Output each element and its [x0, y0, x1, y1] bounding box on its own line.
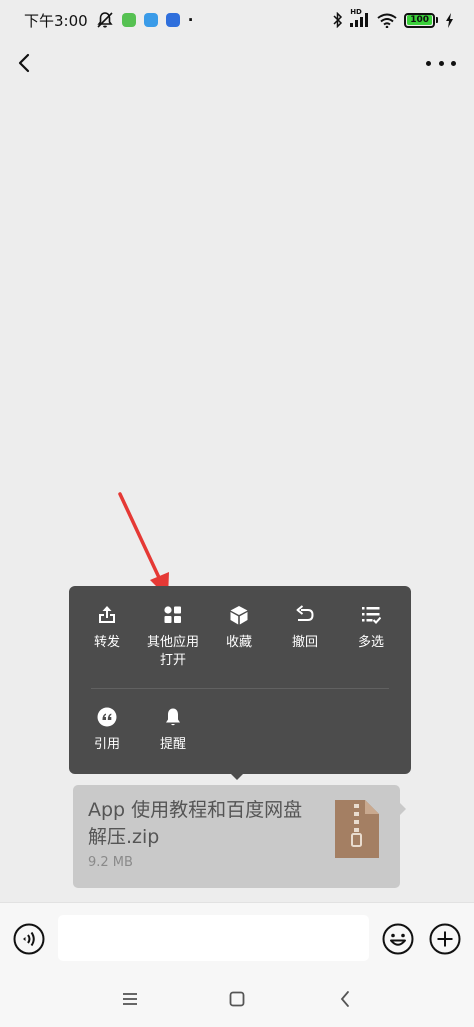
back-button[interactable]: [12, 48, 38, 78]
wifi-icon: [377, 13, 397, 28]
menu-item-label: 转发: [93, 635, 120, 650]
undo-icon: [294, 604, 316, 626]
status-right: HD 100: [333, 8, 454, 28]
voice-icon: [13, 923, 45, 955]
grid-apps-icon: [162, 604, 184, 626]
battery-level: 100: [407, 15, 432, 25]
zip-file-icon: [335, 800, 379, 858]
signal-group: HD: [350, 8, 370, 27]
menu-item-multi-select[interactable]: 多选: [338, 604, 404, 670]
status-left: 下午3:00 ·: [24, 10, 193, 31]
share-upload-icon: [96, 604, 118, 626]
hd-label: HD: [350, 8, 362, 16]
menu-item-remind[interactable]: 提醒: [140, 706, 206, 754]
multi-select-icon: [360, 604, 382, 626]
file-name: App 使用教程和百度网盘解压.zip: [88, 799, 303, 848]
emoji-icon: [382, 923, 414, 955]
menu-item-label-line2: 打开: [159, 653, 186, 668]
menu-lines-icon[interactable]: [120, 990, 140, 1008]
battery-icon: 100: [404, 12, 435, 28]
menu-item-recall[interactable]: 撤回: [272, 604, 338, 670]
message-context-menu: 转发 其他应用 打开 收藏 撤回 多选 引用 提醒: [69, 586, 411, 774]
chat-nav-bar: [0, 40, 474, 86]
more-functions-button[interactable]: [429, 923, 461, 955]
more-dots-icon: [426, 60, 431, 66]
menu-item-label-line1: 其他应用: [146, 635, 199, 650]
emoji-button[interactable]: [382, 923, 414, 955]
back-triangle-icon[interactable]: [338, 989, 352, 1009]
app-notification-icon: [121, 13, 136, 27]
system-navigation-bar: [0, 972, 474, 1027]
plus-icon: [429, 923, 461, 955]
bluetooth-icon: [333, 12, 343, 28]
status-time: 下午3:00: [24, 11, 88, 30]
more-button[interactable]: [426, 50, 456, 76]
context-menu-pointer: [229, 772, 245, 780]
voice-button[interactable]: [13, 923, 45, 955]
file-bubble-tail: [399, 802, 406, 816]
quote-icon: [96, 706, 118, 728]
context-menu-divider: [91, 688, 389, 689]
more-dots-icon-dot: [438, 60, 444, 66]
home-square-icon[interactable]: [228, 990, 246, 1008]
file-size: 9.2 MB: [88, 855, 133, 870]
cube-favorite-icon: [228, 604, 250, 626]
back-chevron-icon: [18, 53, 30, 73]
charging-icon: [446, 12, 453, 28]
message-input[interactable]: [58, 915, 369, 961]
menu-item-favorite[interactable]: 收藏: [206, 604, 272, 670]
context-menu-row-2: 引用 提醒: [69, 706, 411, 754]
menu-item-label: 收藏: [225, 635, 252, 650]
status-extra-dot: ·: [187, 11, 194, 29]
chat-input-bar: [0, 902, 474, 972]
status-bar: 下午3:00 · HD 100: [0, 0, 474, 40]
more-dots-icon-dot: [451, 60, 456, 66]
mute-bell-icon: [97, 12, 113, 28]
menu-item-label: 撤回: [291, 635, 318, 650]
file-message-bubble[interactable]: App 使用教程和百度网盘解压.zip 9.2 MB: [73, 785, 400, 888]
menu-item-forward[interactable]: 转发: [74, 604, 140, 670]
battery-cap: [436, 17, 438, 23]
context-menu-row-1: 转发 其他应用 打开 收藏 撤回 多选: [69, 604, 411, 670]
bell-icon: [162, 706, 184, 728]
menu-item-open-with-other-app[interactable]: 其他应用 打开: [140, 604, 206, 670]
menu-item-label: 提醒: [159, 737, 186, 752]
menu-item-quote[interactable]: 引用: [74, 706, 140, 754]
map-notification-icon: [143, 13, 158, 27]
menu-item-label: 引用: [93, 737, 120, 752]
baidu-notification-icon: [165, 13, 180, 27]
menu-item-label: 多选: [357, 635, 384, 650]
